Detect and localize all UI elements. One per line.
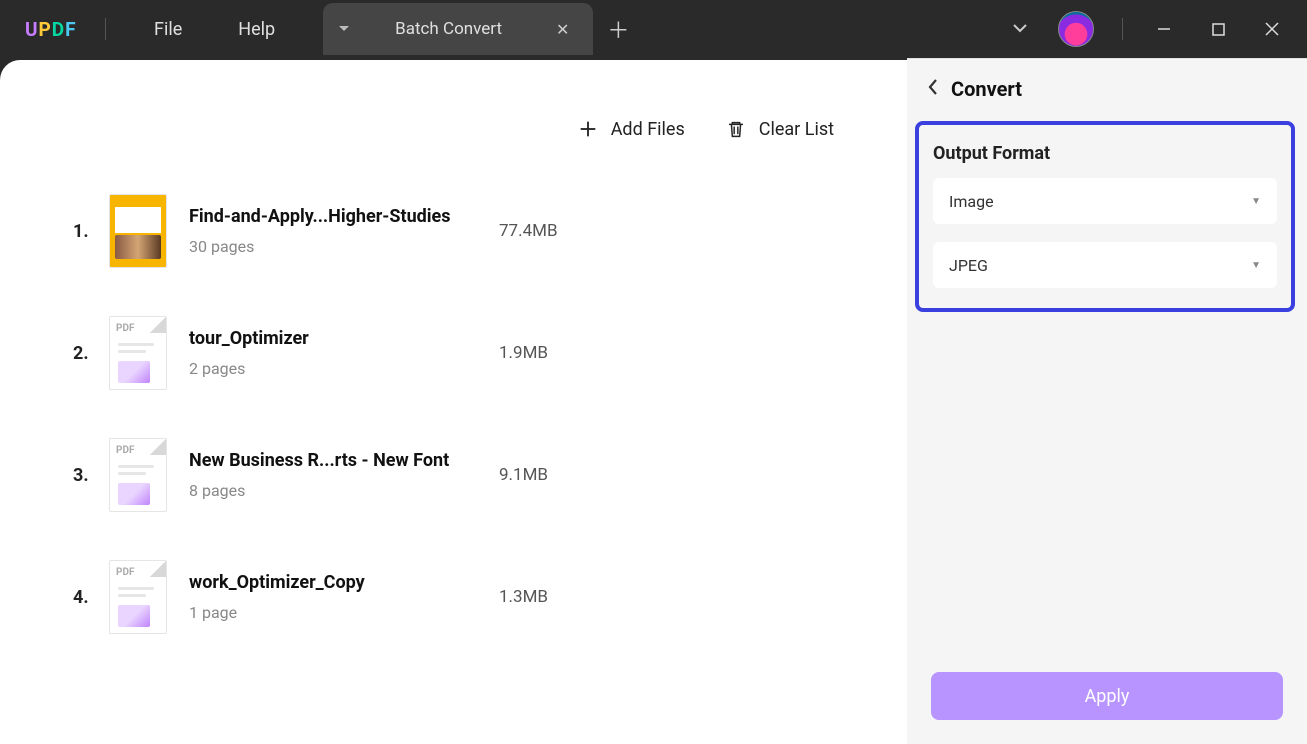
file-size: 9.1MB [499, 465, 548, 485]
plus-icon [577, 118, 599, 140]
clear-list-label: Clear List [759, 119, 834, 140]
caret-down-icon: ▼ [1251, 196, 1261, 207]
caret-down-icon [338, 25, 350, 33]
file-pages: 30 pages [189, 237, 499, 256]
file-row[interactable]: 1. Find-and-Apply...Higher-Studies 30 pa… [73, 170, 834, 292]
file-list-card: Add Files Clear List 1. Find-and-Apply..… [35, 88, 872, 688]
tab-strip: Batch Convert ✕ ＋ [323, 0, 643, 58]
file-row[interactable]: 2. PDF tour_Optimizer 2 pages 1.9MB [73, 292, 834, 414]
file-row[interactable]: 4. PDF work_Optimizer_Copy 1 page 1.3MB [73, 536, 834, 658]
separator [1122, 18, 1123, 40]
file-title: New Business R...rts - New Font [189, 450, 499, 471]
apply-button[interactable]: Apply [931, 672, 1283, 720]
tab-label: Batch Convert [395, 19, 502, 39]
file-thumbnail: PDF [109, 560, 167, 634]
output-format-section: Output Format Image ▼ JPEG ▼ [915, 121, 1295, 312]
minimize-button[interactable] [1141, 9, 1187, 49]
file-pages: 2 pages [189, 359, 499, 378]
add-files-button[interactable]: Add Files [577, 118, 685, 140]
file-row[interactable]: 3. PDF New Business R...rts - New Font 8… [73, 414, 834, 536]
file-index: 3. [73, 465, 109, 486]
file-size: 77.4MB [499, 221, 558, 241]
add-files-label: Add Files [611, 119, 685, 140]
file-thumbnail [109, 194, 167, 268]
file-title: work_Optimizer_Copy [189, 572, 499, 593]
app-logo: UPDF [25, 18, 85, 41]
file-actions: Add Files Clear List [73, 118, 834, 140]
menu-file[interactable]: File [126, 19, 210, 40]
dropdown-button[interactable] [1000, 21, 1040, 37]
panel-back-button[interactable] [927, 78, 939, 100]
maximize-button[interactable] [1195, 9, 1241, 49]
file-pages: 1 page [189, 603, 499, 622]
apply-row: Apply [907, 654, 1307, 744]
file-index: 2. [73, 343, 109, 364]
file-pages: 8 pages [189, 481, 499, 500]
menu-help[interactable]: Help [210, 19, 303, 40]
file-thumbnail: PDF [109, 316, 167, 390]
file-index: 1. [73, 221, 109, 242]
panel-title: Convert [951, 77, 1022, 101]
minimize-icon [1157, 22, 1171, 36]
format-type-dropdown[interactable]: JPEG ▼ [933, 242, 1277, 288]
format-type-value: JPEG [949, 256, 988, 275]
title-bar: UPDF File Help Batch Convert ✕ ＋ [0, 0, 1307, 58]
chevron-down-icon [1012, 23, 1028, 33]
close-icon [1265, 22, 1279, 36]
file-index: 4. [73, 587, 109, 608]
file-size: 1.9MB [499, 343, 548, 363]
file-thumbnail: PDF [109, 438, 167, 512]
file-size: 1.3MB [499, 587, 548, 607]
window-controls [1000, 9, 1307, 49]
new-tab-button[interactable]: ＋ [593, 13, 643, 45]
clear-list-button[interactable]: Clear List [725, 118, 834, 140]
file-list: 1. Find-and-Apply...Higher-Studies 30 pa… [73, 170, 834, 658]
file-title: tour_Optimizer [189, 328, 499, 349]
caret-down-icon: ▼ [1251, 260, 1261, 271]
separator [105, 18, 106, 40]
user-avatar[interactable] [1058, 11, 1094, 47]
tab-list-dropdown[interactable] [323, 3, 365, 55]
chevron-left-icon [927, 78, 939, 96]
file-title: Find-and-Apply...Higher-Studies [189, 206, 499, 227]
panel-header: Convert [907, 59, 1307, 121]
convert-panel: Convert Output Format Image ▼ JPEG ▼ App… [907, 58, 1307, 744]
main-panel: Add Files Clear List 1. Find-and-Apply..… [0, 60, 907, 744]
output-format-label: Output Format [933, 143, 1277, 164]
tab-close-button[interactable]: ✕ [552, 16, 573, 43]
format-category-dropdown[interactable]: Image ▼ [933, 178, 1277, 224]
format-category-value: Image [949, 192, 994, 211]
tab-batch-convert[interactable]: Batch Convert ✕ [365, 3, 593, 55]
maximize-icon [1212, 23, 1225, 36]
trash-icon [725, 118, 747, 140]
close-button[interactable] [1249, 9, 1295, 49]
